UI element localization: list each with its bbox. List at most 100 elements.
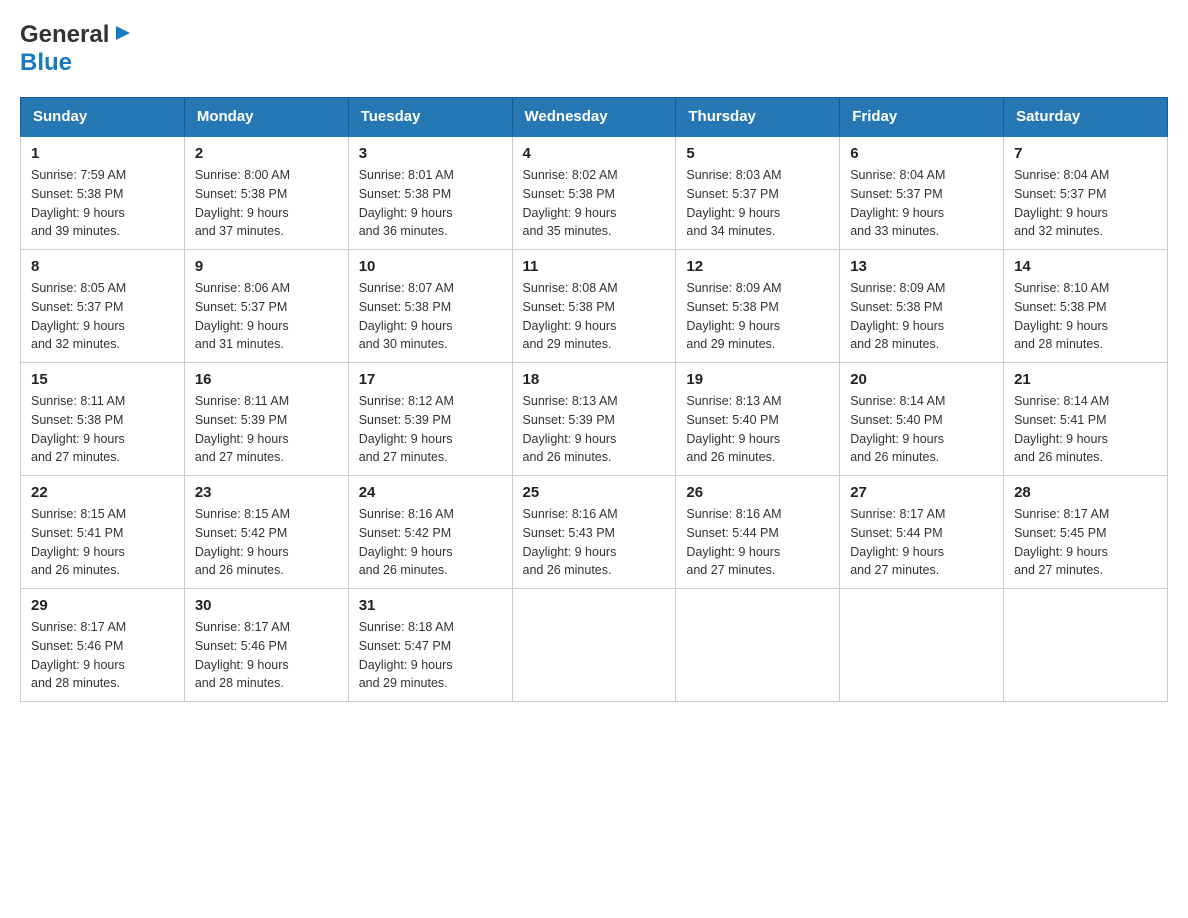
calendar-cell: 26 Sunrise: 8:16 AM Sunset: 5:44 PM Dayl… — [676, 476, 840, 589]
calendar-table: SundayMondayTuesdayWednesdayThursdayFrid… — [20, 97, 1168, 702]
day-info: Sunrise: 8:11 AM Sunset: 5:39 PM Dayligh… — [195, 392, 338, 467]
day-number: 3 — [359, 145, 502, 162]
day-info: Sunrise: 8:06 AM Sunset: 5:37 PM Dayligh… — [195, 279, 338, 354]
day-info: Sunrise: 8:10 AM Sunset: 5:38 PM Dayligh… — [1014, 279, 1157, 354]
day-info: Sunrise: 8:14 AM Sunset: 5:40 PM Dayligh… — [850, 392, 993, 467]
calendar-cell: 28 Sunrise: 8:17 AM Sunset: 5:45 PM Dayl… — [1004, 476, 1168, 589]
day-number: 1 — [31, 145, 174, 162]
day-info: Sunrise: 8:02 AM Sunset: 5:38 PM Dayligh… — [523, 166, 666, 241]
logo-blue: Blue — [20, 49, 72, 76]
day-info: Sunrise: 8:15 AM Sunset: 5:42 PM Dayligh… — [195, 505, 338, 580]
calendar-cell: 20 Sunrise: 8:14 AM Sunset: 5:40 PM Dayl… — [840, 363, 1004, 476]
page-header: General Blue — [20, 20, 1168, 77]
calendar-cell: 11 Sunrise: 8:08 AM Sunset: 5:38 PM Dayl… — [512, 250, 676, 363]
day-info: Sunrise: 8:11 AM Sunset: 5:38 PM Dayligh… — [31, 392, 174, 467]
day-header-friday: Friday — [840, 98, 1004, 137]
day-number: 11 — [523, 258, 666, 275]
day-number: 24 — [359, 484, 502, 501]
day-number: 28 — [1014, 484, 1157, 501]
calendar-cell: 18 Sunrise: 8:13 AM Sunset: 5:39 PM Dayl… — [512, 363, 676, 476]
day-number: 15 — [31, 371, 174, 388]
calendar-cell: 10 Sunrise: 8:07 AM Sunset: 5:38 PM Dayl… — [348, 250, 512, 363]
day-number: 7 — [1014, 145, 1157, 162]
day-number: 13 — [850, 258, 993, 275]
day-info: Sunrise: 8:01 AM Sunset: 5:38 PM Dayligh… — [359, 166, 502, 241]
day-number: 18 — [523, 371, 666, 388]
day-info: Sunrise: 8:18 AM Sunset: 5:47 PM Dayligh… — [359, 618, 502, 693]
logo-general: General — [20, 21, 109, 49]
calendar-cell: 12 Sunrise: 8:09 AM Sunset: 5:38 PM Dayl… — [676, 250, 840, 363]
day-header-wednesday: Wednesday — [512, 98, 676, 137]
calendar-cell: 15 Sunrise: 8:11 AM Sunset: 5:38 PM Dayl… — [21, 363, 185, 476]
calendar-cell: 30 Sunrise: 8:17 AM Sunset: 5:46 PM Dayl… — [184, 589, 348, 702]
day-info: Sunrise: 8:09 AM Sunset: 5:38 PM Dayligh… — [850, 279, 993, 354]
calendar-cell — [676, 589, 840, 702]
day-info: Sunrise: 8:16 AM Sunset: 5:44 PM Dayligh… — [686, 505, 829, 580]
calendar-cell: 3 Sunrise: 8:01 AM Sunset: 5:38 PM Dayli… — [348, 136, 512, 250]
day-info: Sunrise: 8:05 AM Sunset: 5:37 PM Dayligh… — [31, 279, 174, 354]
calendar-header-row: SundayMondayTuesdayWednesdayThursdayFrid… — [21, 98, 1168, 137]
calendar-cell: 17 Sunrise: 8:12 AM Sunset: 5:39 PM Dayl… — [348, 363, 512, 476]
day-number: 25 — [523, 484, 666, 501]
day-number: 23 — [195, 484, 338, 501]
calendar-cell: 6 Sunrise: 8:04 AM Sunset: 5:37 PM Dayli… — [840, 136, 1004, 250]
calendar-week-3: 15 Sunrise: 8:11 AM Sunset: 5:38 PM Dayl… — [21, 363, 1168, 476]
calendar-cell: 8 Sunrise: 8:05 AM Sunset: 5:37 PM Dayli… — [21, 250, 185, 363]
day-header-tuesday: Tuesday — [348, 98, 512, 137]
calendar-cell: 14 Sunrise: 8:10 AM Sunset: 5:38 PM Dayl… — [1004, 250, 1168, 363]
day-number: 21 — [1014, 371, 1157, 388]
day-info: Sunrise: 8:13 AM Sunset: 5:39 PM Dayligh… — [523, 392, 666, 467]
calendar-week-5: 29 Sunrise: 8:17 AM Sunset: 5:46 PM Dayl… — [21, 589, 1168, 702]
day-number: 16 — [195, 371, 338, 388]
day-info: Sunrise: 8:14 AM Sunset: 5:41 PM Dayligh… — [1014, 392, 1157, 467]
day-number: 20 — [850, 371, 993, 388]
calendar-cell: 24 Sunrise: 8:16 AM Sunset: 5:42 PM Dayl… — [348, 476, 512, 589]
calendar-cell: 23 Sunrise: 8:15 AM Sunset: 5:42 PM Dayl… — [184, 476, 348, 589]
calendar-cell: 1 Sunrise: 7:59 AM Sunset: 5:38 PM Dayli… — [21, 136, 185, 250]
day-info: Sunrise: 7:59 AM Sunset: 5:38 PM Dayligh… — [31, 166, 174, 241]
day-info: Sunrise: 8:15 AM Sunset: 5:41 PM Dayligh… — [31, 505, 174, 580]
day-info: Sunrise: 8:03 AM Sunset: 5:37 PM Dayligh… — [686, 166, 829, 241]
day-info: Sunrise: 8:17 AM Sunset: 5:44 PM Dayligh… — [850, 505, 993, 580]
day-number: 9 — [195, 258, 338, 275]
calendar-cell — [840, 589, 1004, 702]
day-number: 31 — [359, 597, 502, 614]
day-number: 12 — [686, 258, 829, 275]
calendar-cell: 5 Sunrise: 8:03 AM Sunset: 5:37 PM Dayli… — [676, 136, 840, 250]
day-info: Sunrise: 8:00 AM Sunset: 5:38 PM Dayligh… — [195, 166, 338, 241]
day-info: Sunrise: 8:09 AM Sunset: 5:38 PM Dayligh… — [686, 279, 829, 354]
day-header-thursday: Thursday — [676, 98, 840, 137]
calendar-cell: 2 Sunrise: 8:00 AM Sunset: 5:38 PM Dayli… — [184, 136, 348, 250]
calendar-week-2: 8 Sunrise: 8:05 AM Sunset: 5:37 PM Dayli… — [21, 250, 1168, 363]
day-number: 19 — [686, 371, 829, 388]
calendar-cell: 29 Sunrise: 8:17 AM Sunset: 5:46 PM Dayl… — [21, 589, 185, 702]
day-number: 2 — [195, 145, 338, 162]
day-number: 22 — [31, 484, 174, 501]
calendar-cell: 27 Sunrise: 8:17 AM Sunset: 5:44 PM Dayl… — [840, 476, 1004, 589]
calendar-cell — [1004, 589, 1168, 702]
calendar-cell: 7 Sunrise: 8:04 AM Sunset: 5:37 PM Dayli… — [1004, 136, 1168, 250]
day-number: 27 — [850, 484, 993, 501]
day-info: Sunrise: 8:08 AM Sunset: 5:38 PM Dayligh… — [523, 279, 666, 354]
calendar-cell: 19 Sunrise: 8:13 AM Sunset: 5:40 PM Dayl… — [676, 363, 840, 476]
day-number: 26 — [686, 484, 829, 501]
day-info: Sunrise: 8:07 AM Sunset: 5:38 PM Dayligh… — [359, 279, 502, 354]
calendar-cell: 31 Sunrise: 8:18 AM Sunset: 5:47 PM Dayl… — [348, 589, 512, 702]
calendar-cell: 25 Sunrise: 8:16 AM Sunset: 5:43 PM Dayl… — [512, 476, 676, 589]
calendar-cell: 13 Sunrise: 8:09 AM Sunset: 5:38 PM Dayl… — [840, 250, 1004, 363]
logo: General Blue — [20, 20, 134, 77]
calendar-cell: 22 Sunrise: 8:15 AM Sunset: 5:41 PM Dayl… — [21, 476, 185, 589]
day-info: Sunrise: 8:17 AM Sunset: 5:45 PM Dayligh… — [1014, 505, 1157, 580]
day-info: Sunrise: 8:04 AM Sunset: 5:37 PM Dayligh… — [1014, 166, 1157, 241]
calendar-cell: 16 Sunrise: 8:11 AM Sunset: 5:39 PM Dayl… — [184, 363, 348, 476]
day-number: 8 — [31, 258, 174, 275]
calendar-week-1: 1 Sunrise: 7:59 AM Sunset: 5:38 PM Dayli… — [21, 136, 1168, 250]
day-info: Sunrise: 8:17 AM Sunset: 5:46 PM Dayligh… — [31, 618, 174, 693]
calendar-cell: 4 Sunrise: 8:02 AM Sunset: 5:38 PM Dayli… — [512, 136, 676, 250]
day-info: Sunrise: 8:16 AM Sunset: 5:42 PM Dayligh… — [359, 505, 502, 580]
day-info: Sunrise: 8:12 AM Sunset: 5:39 PM Dayligh… — [359, 392, 502, 467]
day-number: 17 — [359, 371, 502, 388]
day-header-sunday: Sunday — [21, 98, 185, 137]
day-info: Sunrise: 8:13 AM Sunset: 5:40 PM Dayligh… — [686, 392, 829, 467]
day-info: Sunrise: 8:17 AM Sunset: 5:46 PM Dayligh… — [195, 618, 338, 693]
